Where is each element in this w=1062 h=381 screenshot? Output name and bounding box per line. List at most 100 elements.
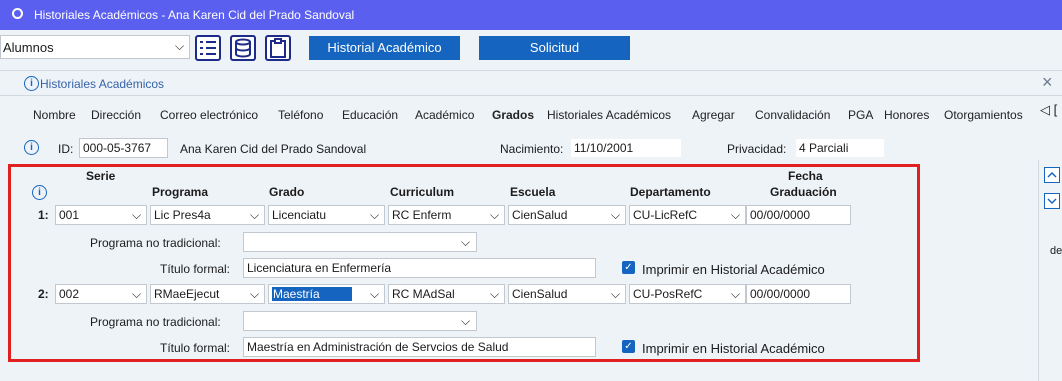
id-label: ID: [58,142,74,156]
tab-correo[interactable]: Correo electrónico [160,108,258,122]
window-title: Historiales Académicos - Ana Karen Cid d… [34,8,355,22]
right-divider [1038,160,1039,381]
clipboard-icon[interactable] [265,35,291,61]
header-grado: Grado [269,185,305,199]
tab-grados[interactable]: Grados [492,108,534,122]
curriculum-select[interactable]: RC MAdSal ⌵ [388,284,505,304]
birth-label: Nacimiento: [500,142,564,156]
departamento-select[interactable]: CU-PosRefC ⌵ [629,284,746,304]
tab-pga[interactable]: PGA [848,108,873,122]
escuela-value: CienSalud [512,287,568,301]
fecha-graduacion-field[interactable]: 00/00/0000 [746,284,851,304]
scroll-up-button[interactable] [1044,167,1060,183]
panel-title: Historiales Académicos [40,77,165,91]
window-titlebar: Historiales Académicos - Ana Karen Cid d… [0,0,1062,30]
titulo-formal-field[interactable]: Licenciatura en Enfermería [243,258,596,278]
privacy-field: 4 Parciali [795,138,885,158]
serie-select[interactable]: 001 ⌵ [55,205,147,225]
programa-select[interactable]: RMaeEjecut ⌵ [150,284,265,304]
chevron-down-icon [1047,198,1057,205]
chevron-down-icon: ⌵ [175,39,185,53]
tabs-scroll-left-icon[interactable]: ◁ [ [1040,102,1057,118]
serie-select[interactable]: 002 ⌵ [55,284,147,304]
historial-academico-button[interactable]: Historial Académico [309,36,460,60]
fecha-graduacion-field[interactable]: 00/00/0000 [746,205,851,225]
tab-telefono[interactable]: Teléfono [278,108,323,122]
app-icon [12,8,23,19]
chevron-down-icon: ⌵ [250,208,260,222]
titulo-formal-label: Título formal: [160,341,231,355]
header-departamento: Departamento [630,185,711,199]
module-select-value: Alumnos [3,40,54,55]
row-number: 1: [38,208,49,222]
tab-academico[interactable]: Académico [415,108,474,122]
info-icon: i [24,76,39,91]
curriculum-select[interactable]: RC Enferm ⌵ [388,205,505,225]
tab-nombre[interactable]: Nombre [33,108,76,122]
programa-no-tradicional-select[interactable]: ⌵ [243,311,477,331]
escuela-select[interactable]: CienSalud ⌵ [508,205,626,225]
programa-select[interactable]: Lic Pres4a ⌵ [150,205,265,225]
chevron-down-icon: ⌵ [132,287,142,301]
tab-honores[interactable]: Honores [884,108,929,122]
escuela-value: CienSalud [512,208,568,222]
panel-header: i Historiales Académicos × [0,70,1062,96]
list-icon[interactable] [195,35,221,61]
imprimir-label: Imprimir en Historial Académico [642,262,825,277]
tab-direccion[interactable]: Dirección [91,108,141,122]
chevron-down-icon: ⌵ [490,208,500,222]
grado-select[interactable]: Licenciatu ⌵ [268,205,385,225]
chevron-down-icon: ⌵ [132,208,142,222]
scroll-down-button[interactable] [1044,193,1060,209]
chevron-down-icon: ⌵ [461,235,471,249]
imprimir-label: Imprimir en Historial Académico [642,341,825,356]
chevron-down-icon: ⌵ [731,208,741,222]
header-curriculum: Curriculum [390,185,455,199]
departamento-select[interactable]: CU-LicRefC ⌵ [629,205,746,225]
chevron-down-icon: ⌵ [370,208,380,222]
header-programa: Programa [152,185,209,199]
programa-no-tradicional-label: Programa no tradicional: [90,236,221,250]
close-icon[interactable]: × [1042,72,1053,93]
departamento-value: CU-PosRefC [633,287,703,301]
module-select[interactable]: Alumnos ⌵ [0,35,190,59]
grado-value-selected: Maestría [272,287,352,301]
imprimir-checkbox[interactable]: ✓ [622,261,635,274]
toolbar: Alumnos ⌵ Historial Académico Solicitud [0,30,1062,66]
programa-value: Lic Pres4a [154,208,211,222]
titulo-formal-label: Título formal: [160,262,231,276]
info-icon[interactable]: i [32,185,47,200]
programa-no-tradicional-select[interactable]: ⌵ [243,232,477,252]
tab-convalidacion[interactable]: Convalidación [755,108,830,122]
escuela-select[interactable]: CienSalud ⌵ [508,284,626,304]
header-escuela: Escuela [510,185,556,199]
header-serie: Serie [86,169,116,183]
grado-select[interactable]: Maestría ⌵ [268,284,385,304]
titulo-formal-field[interactable]: Maestría en Administración de Servcios d… [243,337,596,357]
curriculum-value: RC Enferm [392,208,452,222]
tab-bar: Nombre Dirección Correo electrónico Telé… [0,96,1062,128]
database-icon[interactable] [230,35,256,61]
tab-educacion[interactable]: Educación [342,108,398,122]
chevron-down-icon: ⌵ [490,287,500,301]
student-name: Ana Karen Cid del Prado Sandoval [180,142,367,156]
chevron-up-icon [1047,171,1057,178]
row-number: 2: [38,287,49,301]
curriculum-value: RC MAdSal [392,287,455,301]
solicitud-button[interactable]: Solicitud [479,36,630,60]
info-icon[interactable]: i [24,140,39,155]
header-fecha: Fecha [788,169,823,183]
chevron-down-icon: ⌵ [611,287,621,301]
tab-historiales[interactable]: Historiales Académicos [547,108,671,122]
tab-agregar[interactable]: Agregar [692,108,735,122]
id-field[interactable]: 000-05-3767 [79,138,168,158]
imprimir-checkbox[interactable]: ✓ [622,340,635,353]
chevron-down-icon: ⌵ [731,287,741,301]
tab-otorgamientos[interactable]: Otorgamientos [944,108,1023,122]
serie-value: 002 [59,287,80,301]
chevron-down-icon: ⌵ [461,314,471,328]
chevron-down-icon: ⌵ [370,287,380,301]
chevron-down-icon: ⌵ [611,208,621,222]
birth-field: 11/10/2001 [570,138,682,158]
programa-value: RMaeEjecut [154,287,220,301]
